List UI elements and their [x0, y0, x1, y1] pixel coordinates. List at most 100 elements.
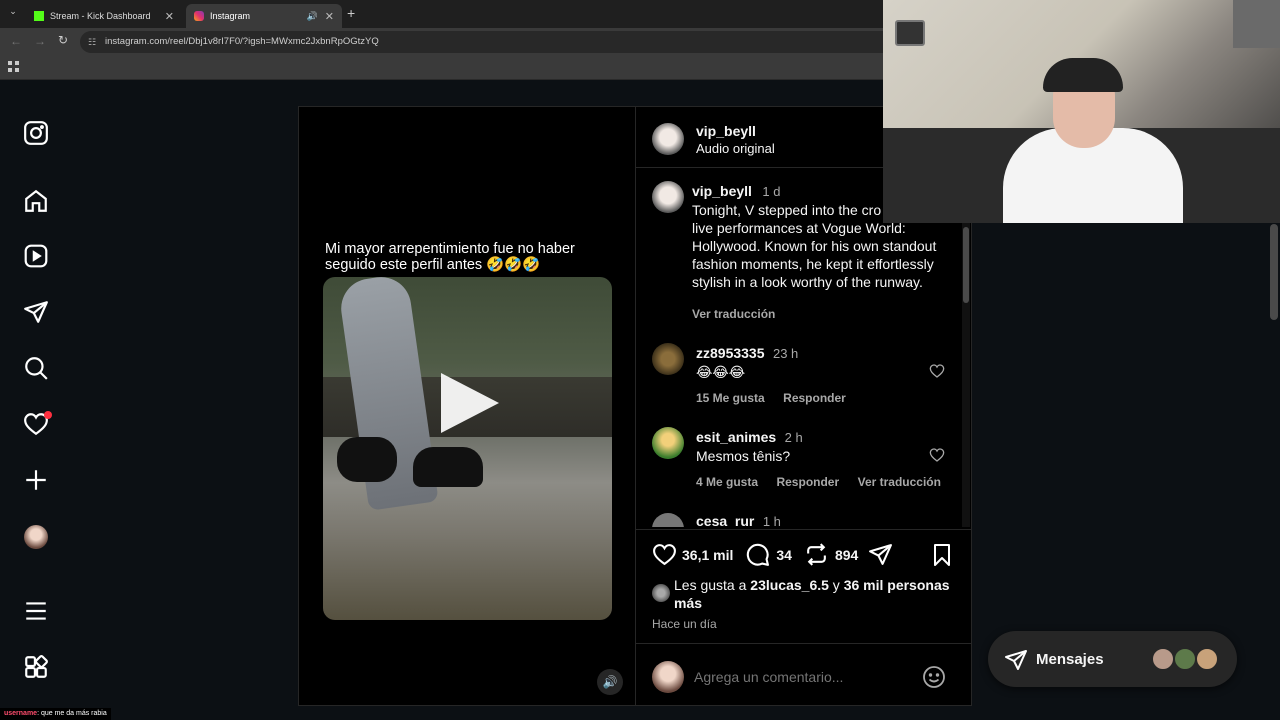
reload-icon[interactable]: ↻ [58, 33, 68, 47]
new-tab-icon[interactable]: + [347, 5, 355, 21]
profile-avatar[interactable] [22, 523, 50, 551]
reply-button[interactable]: Responder [776, 475, 839, 489]
post-date: Hace un día [652, 617, 717, 631]
create-icon[interactable] [22, 466, 50, 494]
reels-icon[interactable] [22, 242, 50, 270]
browser-tab-kick[interactable]: Stream - Kick Dashboard ✕ [26, 4, 182, 28]
close-tab-icon[interactable]: ✕ [325, 10, 334, 23]
also-from-meta-icon[interactable] [22, 653, 50, 681]
author-username[interactable]: vip_beyll [696, 123, 756, 139]
audio-link[interactable]: Audio original [696, 141, 775, 156]
messages-bar[interactable]: Mensajes [988, 631, 1237, 687]
comment-time: 2 h [784, 430, 803, 445]
instagram-favicon-icon [194, 11, 204, 21]
kick-icon [34, 11, 44, 21]
liked-by-more[interactable]: más [674, 595, 702, 611]
share-icon[interactable] [868, 542, 893, 567]
comment-header: esit_animes 2 h [696, 429, 803, 447]
comment-header: zz8953335 23 h [696, 345, 798, 363]
my-avatar [652, 661, 684, 693]
comment-avatar[interactable] [652, 513, 684, 527]
play-icon[interactable] [441, 373, 499, 433]
reel-video[interactable] [323, 277, 612, 620]
liked-by-mid: y [828, 577, 844, 593]
forward-icon[interactable]: → [34, 34, 46, 48]
see-translation-link[interactable]: Ver traducción [692, 307, 775, 321]
liked-by-user[interactable]: 23lucas_6.5 [750, 577, 829, 593]
message-avatar [1195, 647, 1219, 671]
comments-scrollbar[interactable] [962, 223, 970, 527]
page-scrollbar-thumb[interactable] [1270, 224, 1278, 320]
comment-time: 23 h [772, 346, 799, 361]
more-menu-icon[interactable] [22, 597, 50, 625]
chat-text: : que me da más rabia [37, 710, 107, 717]
liked-by-prefix: Les gusta a [674, 577, 751, 593]
messages-label: Mensajes [1036, 651, 1104, 668]
emoji-icon[interactable] [922, 665, 946, 689]
comment-header: cesa_rur 1 h [696, 513, 781, 527]
wall-frame [1233, 0, 1280, 48]
wall-device [895, 20, 925, 46]
tab-search-icon[interactable]: ⌄ [6, 6, 20, 20]
see-translation-link[interactable]: Ver traducción [858, 475, 941, 489]
address-bar[interactable]: ☷ instagram.com/reel/Dbj1v8rI7F0/?igsh=M… [80, 31, 910, 53]
caption-author-avatar[interactable] [652, 181, 684, 213]
chat-user: username [4, 710, 38, 717]
instagram-logo-icon[interactable] [22, 119, 50, 147]
message-avatar [1173, 647, 1197, 671]
comment-avatar[interactable] [652, 427, 684, 459]
close-tab-icon[interactable]: ✕ [165, 10, 174, 23]
mute-button[interactable]: 🔊 [597, 669, 623, 695]
comment-time: 1 h [762, 514, 781, 527]
caption-header: vip_beyll 1 d [692, 183, 780, 201]
browser-tab-instagram[interactable]: Instagram 🔊 ✕ [186, 4, 342, 28]
comment-user[interactable]: zz8953335 [696, 345, 765, 361]
cap [1043, 58, 1123, 92]
caption-author[interactable]: vip_beyll [692, 183, 752, 199]
comment-likes[interactable]: 15 Me gusta [696, 391, 765, 405]
comment-avatar[interactable] [652, 343, 684, 375]
tab-title: Stream - Kick Dashboard [50, 11, 151, 21]
volume-icon: 🔊 [602, 675, 618, 689]
comment-user[interactable]: esit_animes [696, 429, 776, 445]
comment-text: Mesmos tênis? [696, 448, 791, 464]
home-icon[interactable] [22, 187, 50, 215]
liked-by-avatar[interactable] [652, 584, 670, 602]
liked-by-text[interactable]: Les gusta a 23lucas_6.5 y 36 mil persona… [674, 576, 954, 612]
comment-like-icon[interactable] [929, 363, 945, 379]
notification-dot [44, 411, 52, 419]
back-icon[interactable]: ← [10, 34, 22, 48]
liked-by-others[interactable]: 36 mil personas [844, 577, 950, 593]
like-icon[interactable] [652, 542, 677, 567]
comment-like-icon[interactable] [929, 447, 945, 463]
repost-icon[interactable] [804, 542, 829, 567]
site-info-icon[interactable]: ☷ [88, 31, 96, 53]
author-avatar[interactable] [652, 123, 684, 155]
sneaker [337, 437, 397, 482]
comment-likes[interactable]: 4 Me gusta [696, 475, 758, 489]
stream-chat-line: username: que me da más rabia [0, 708, 111, 720]
comment-clip: cesa_rur 1 h [636, 509, 962, 527]
speaker-icon[interactable]: 🔊 [307, 11, 318, 22]
notifications-heart-icon[interactable] [22, 410, 52, 438]
reply-button[interactable]: Responder [783, 391, 846, 405]
direct-messages-icon[interactable] [22, 298, 50, 326]
webcam-overlay [883, 0, 1280, 223]
save-icon[interactable] [930, 543, 954, 567]
divider [636, 643, 972, 644]
search-icon[interactable] [22, 354, 50, 382]
comment-icon[interactable] [745, 542, 770, 567]
comment-input[interactable] [694, 667, 914, 687]
comment-actions: 4 Me gusta Responder Ver traducción [696, 473, 941, 491]
comment-user[interactable]: cesa_rur [696, 513, 754, 527]
action-bar: 36,1 mil 34 894 [652, 542, 893, 567]
apps-grid-icon[interactable] [8, 60, 20, 72]
messages-icon [1005, 650, 1027, 670]
reel-overlay-caption: Mi mayor arrepentimiento fue no haber se… [325, 241, 575, 273]
caption-time: 1 d [762, 184, 781, 199]
comment-text: 😂😂😂 [696, 364, 746, 380]
divider [636, 529, 972, 530]
likes-count[interactable]: 36,1 mil [682, 547, 733, 563]
scrollbar-thumb[interactable] [963, 227, 969, 303]
reel-player[interactable]: Mi mayor arrepentimiento fue no haber se… [298, 106, 636, 706]
